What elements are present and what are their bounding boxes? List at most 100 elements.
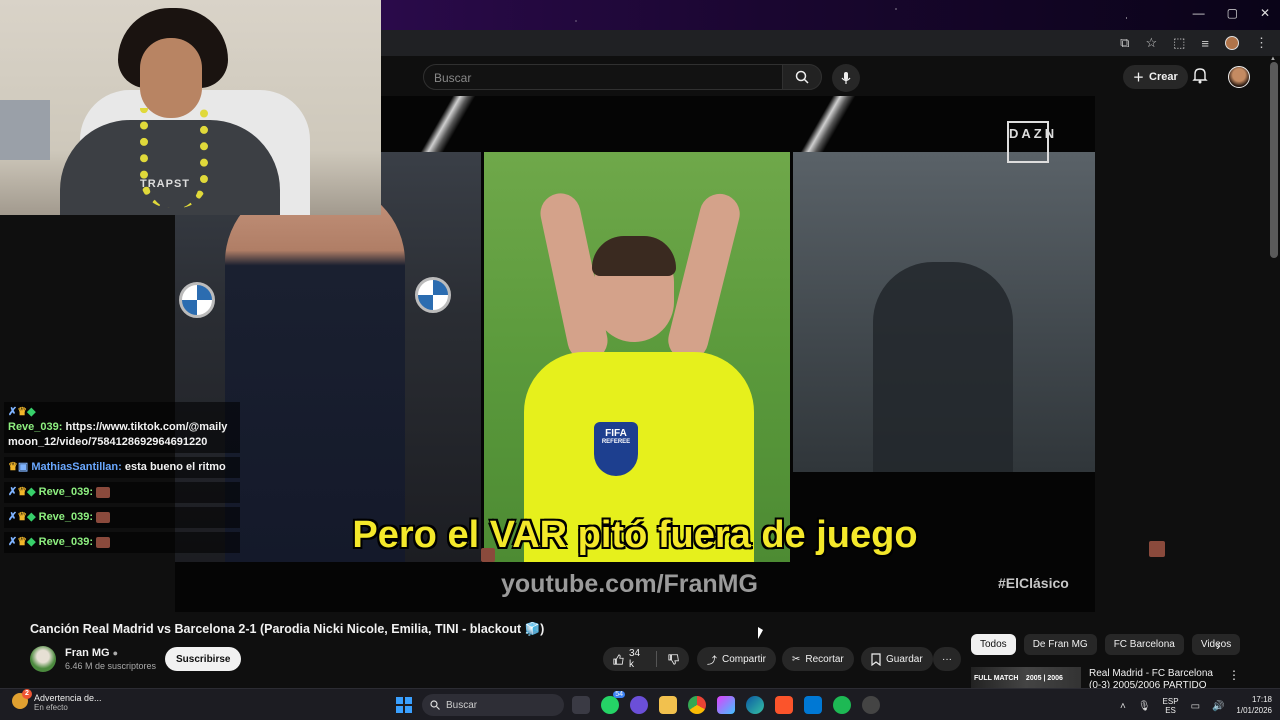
create-button[interactable]: ＋ Crear [1123, 65, 1188, 89]
brave-icon[interactable] [775, 696, 793, 714]
close-icon[interactable]: ✕ [1260, 6, 1270, 20]
bookmark-star-icon[interactable]: ☆ [1145, 35, 1157, 51]
save-button[interactable]: Guardar [861, 647, 933, 671]
clip-button[interactable]: ✂ Recortar [782, 647, 854, 671]
app-icon[interactable] [630, 696, 648, 714]
crown-badge-icon: ♛ [17, 511, 28, 523]
profile-avatar[interactable] [1225, 36, 1239, 50]
background-door [0, 100, 50, 160]
reading-list-icon[interactable]: ≡ [1201, 36, 1209, 51]
broadcaster-logo-text: DAZN [1009, 126, 1058, 141]
chat-emote [481, 548, 495, 562]
more-actions-button[interactable]: ··· [933, 647, 961, 671]
windows-start-icon[interactable] [396, 697, 412, 713]
extensions-icon[interactable]: ⬚ [1173, 35, 1185, 51]
share-label: Compartir [722, 653, 766, 665]
more-vertical-icon[interactable]: ⋮ [1228, 668, 1240, 682]
edge-icon[interactable] [746, 696, 764, 714]
copilot-icon[interactable] [717, 696, 735, 714]
channel-name-text: Fran MG [65, 647, 110, 659]
browser-menu-icon[interactable]: ⋮ [1255, 35, 1268, 51]
chat-message: ♛▣ MathiasSantillan: esta bueno el ritmo [4, 457, 240, 478]
channel-name[interactable]: Fran MG ● [65, 647, 118, 659]
chevron-right-icon[interactable]: › [1216, 637, 1221, 653]
notification-subtitle: En efecto [34, 703, 68, 712]
thumbnail-text: FULL MATCH [974, 675, 1019, 682]
chip-from-channel[interactable]: De Fran MG [1023, 634, 1097, 655]
chat-emote [96, 486, 111, 498]
search-button[interactable] [782, 64, 822, 90]
taskbar-search[interactable]: Buscar [422, 694, 564, 716]
user-badge-icon: ▣ [17, 461, 29, 473]
volume-icon[interactable]: 🔊 [1212, 701, 1224, 712]
chat-emote [96, 536, 111, 548]
search-icon [795, 70, 809, 84]
chat-message: ✗♛◆ Reve_039: [4, 507, 240, 528]
chat-username: MathiasSantillan: [31, 461, 122, 473]
verified-icon: ● [112, 648, 119, 658]
chrome-icon[interactable] [688, 696, 706, 714]
video-panel-var-room [793, 152, 1095, 472]
chat-username: Reve_039: [38, 536, 94, 548]
language-indicator[interactable]: ESP ES [1163, 697, 1179, 715]
notification-widget[interactable]: 2 Advertencia de... En efecto [12, 689, 102, 712]
minimize-icon[interactable]: — [1193, 6, 1205, 20]
system-clock[interactable]: 17:18 1/01/2026 [1228, 694, 1272, 716]
search-input[interactable]: Buscar [423, 64, 783, 90]
keyboard-layout: ES [1165, 706, 1176, 715]
language-code: ESP [1162, 697, 1179, 706]
notification-count: 2 [22, 689, 32, 699]
warning-icon: 2 [12, 689, 32, 709]
maximize-icon[interactable]: ▢ [1227, 6, 1238, 20]
divider [655, 651, 657, 667]
thumbs-down-icon[interactable] [668, 653, 679, 666]
clip-label: Recortar [805, 653, 844, 665]
recommended-video-thumbnail[interactable]: FULL MATCH 2005 | 2006 [971, 667, 1081, 689]
chip-all[interactable]: Todos [971, 634, 1016, 655]
chat-username: Reve_039: [8, 421, 63, 433]
chat-emote [1149, 541, 1165, 557]
shirt-print: TRAPST [140, 178, 190, 190]
whatsapp-icon[interactable]: 54 [601, 691, 625, 714]
microphone-icon[interactable]: 🎙 [1138, 701, 1151, 712]
recommended-video-title[interactable]: Real Madrid - FC Barcelona (0-3) 2005/20… [1089, 668, 1219, 688]
flower-necklace [140, 108, 208, 208]
spotify-icon[interactable] [833, 696, 851, 714]
bmw-logo [415, 277, 451, 313]
voice-search-button[interactable] [832, 64, 860, 92]
like-count: 34 k [628, 648, 641, 670]
chat-text: esta bueno el ritmo [124, 461, 226, 473]
task-view-icon[interactable] [572, 696, 590, 714]
install-app-icon[interactable]: ⧉ [1120, 35, 1129, 51]
graphic-stripe [795, 96, 855, 156]
chevron-up-icon[interactable]: ˄ [1120, 701, 1126, 712]
video-panel-referee: FIFA REFEREE [484, 152, 790, 562]
taskbar-search-label: Buscar [446, 699, 478, 711]
store-icon[interactable] [804, 696, 822, 714]
obs-icon[interactable] [862, 696, 880, 714]
account-avatar[interactable] [1228, 66, 1250, 88]
sword-badge-icon: ✗ [8, 511, 18, 523]
chip-fc-barcelona[interactable]: FC Barcelona [1104, 634, 1184, 655]
window-controls: — ▢ ✕ [1193, 6, 1270, 20]
fifa-badge: FIFA REFEREE [594, 422, 638, 476]
page-scrollbar[interactable] [1270, 62, 1278, 258]
screen: — ▢ ✕ ⧉ ☆ ⬚ ≡ ⋮ Buscar ＋ Crear FIFA REFE… [0, 0, 1280, 720]
notifications-bell-icon[interactable] [1192, 67, 1208, 84]
like-button[interactable]: 34 k [613, 648, 645, 670]
toolbar-icons: ⧉ ☆ ⬚ ≡ ⋮ [1120, 35, 1268, 51]
crown-badge-icon: ♛ [17, 406, 28, 418]
create-label: Crear [1149, 71, 1178, 83]
network-icon[interactable]: ▭ [1191, 701, 1200, 712]
sword-badge-icon: ✗ [8, 486, 18, 498]
crown-badge-icon: ♛ [17, 486, 28, 498]
subscribe-button[interactable]: Suscribirse [165, 647, 242, 671]
clock-time: 17:18 [1251, 695, 1272, 704]
file-explorer-icon[interactable] [659, 696, 677, 714]
thumbs-up-icon [613, 653, 624, 665]
like-dislike-group: 34 k [603, 647, 689, 671]
channel-avatar[interactable] [30, 646, 56, 672]
chat-message: ✗♛◆ Reve_039: [4, 482, 240, 503]
share-button[interactable]: ⤴ Compartir [697, 647, 776, 671]
coach-figure [225, 182, 405, 562]
